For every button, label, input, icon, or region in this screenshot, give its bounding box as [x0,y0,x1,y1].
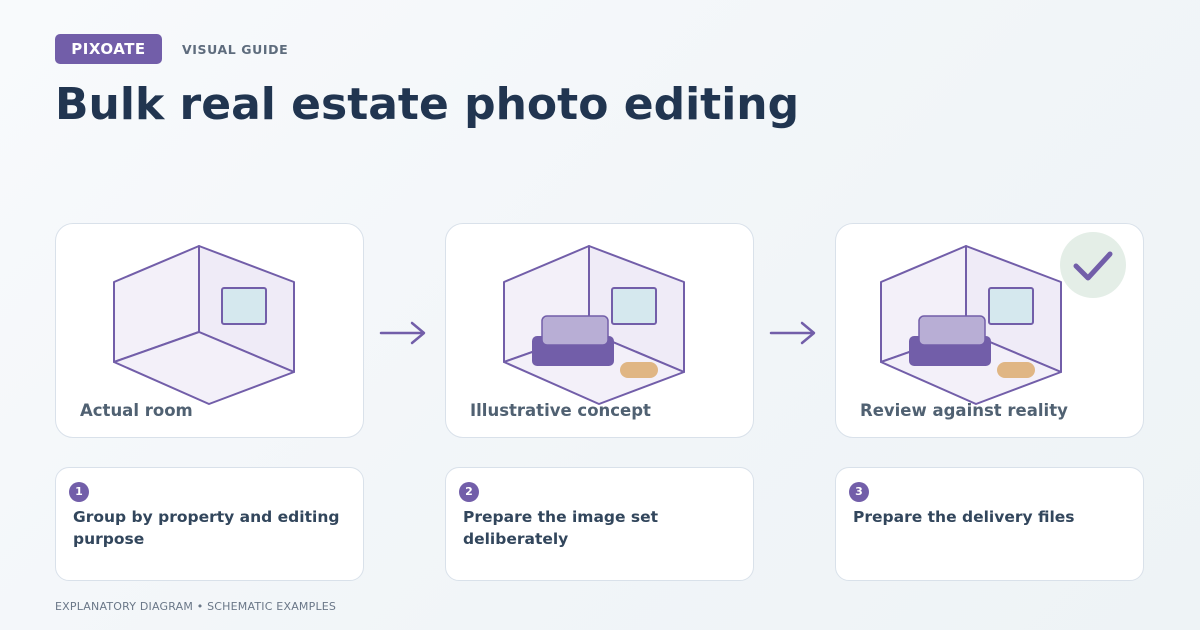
panel-label: Review against reality [860,401,1068,420]
step-text: Prepare the image set deliberately [463,508,659,548]
brand-badge: PIXOATE [55,34,162,64]
panel-illustrative-concept: Illustrative concept [445,223,754,438]
arrow-right-icon [379,321,426,345]
step-number-badge: 3 [849,482,869,502]
step-card-2: 2 Prepare the image set deliberately [445,467,754,581]
panel-label: Illustrative concept [470,401,651,420]
step-number-badge: 2 [459,482,479,502]
step-text: Prepare the delivery files [853,508,1075,526]
arrow-right-icon [769,321,816,345]
step-text: Group by property and editing purpose [73,508,340,548]
panel-label: Actual room [80,401,193,420]
panel-actual-room: Actual room [55,223,364,438]
panel-review-against-reality: Review against reality [835,223,1144,438]
step-card-3: 3 Prepare the delivery files [835,467,1144,581]
page-title: Bulk real estate photo editing [55,79,800,130]
step-card-1: 1 Group by property and editing purpose [55,467,364,581]
visual-guide-label: VISUAL GUIDE [182,42,289,57]
footer-note: EXPLANATORY DIAGRAM • SCHEMATIC EXAMPLES [55,600,337,613]
checkmark-icon [1060,232,1126,298]
step-number-badge: 1 [69,482,89,502]
